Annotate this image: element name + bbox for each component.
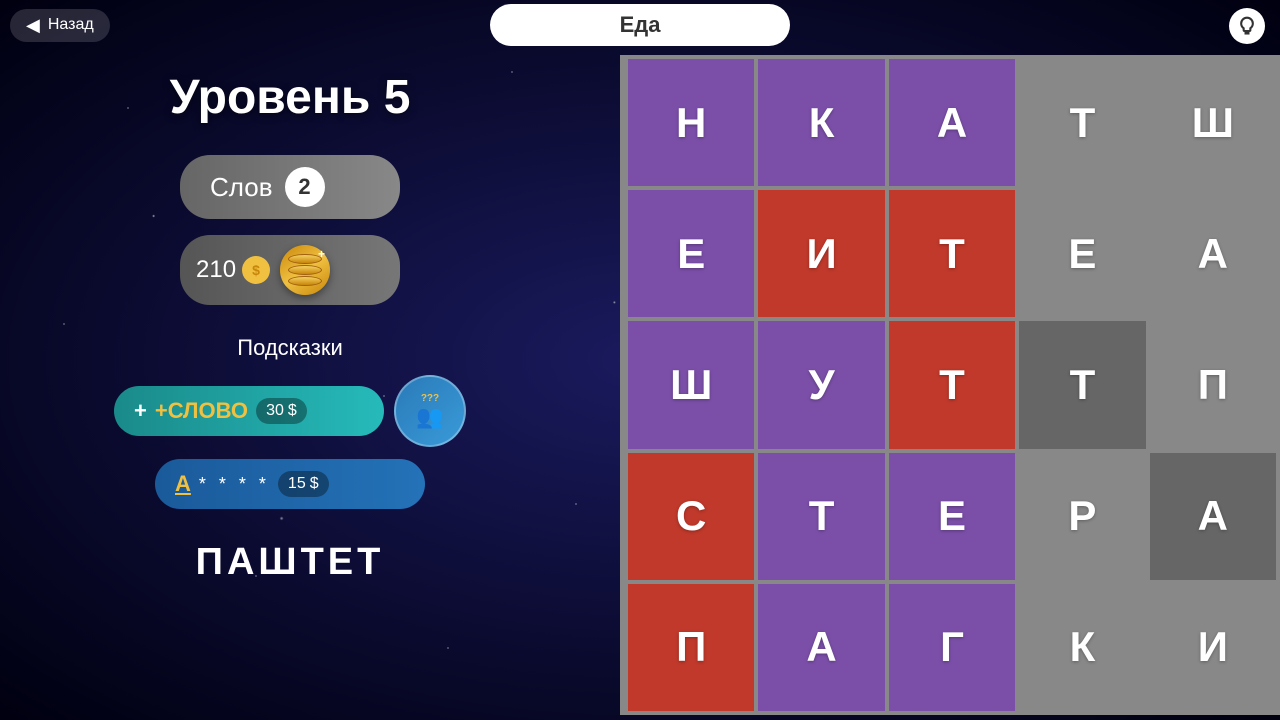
- hint-word-cost: 30 $: [256, 398, 307, 424]
- words-badge: Слов 2: [180, 155, 400, 219]
- hint-letter-cost: 15 $: [278, 471, 329, 497]
- grid-cell-19[interactable]: А: [1150, 453, 1276, 580]
- grid-cell-20[interactable]: П: [628, 584, 754, 711]
- words-label: Слов: [210, 172, 273, 203]
- hint-word-cost-value: 30: [266, 402, 284, 420]
- top-bar: ◀ Назад Еда: [0, 0, 1280, 50]
- hint-word-label: +СЛОВО: [155, 398, 248, 424]
- grid-cell-1[interactable]: К: [758, 59, 884, 186]
- grid-cell-0[interactable]: Н: [628, 59, 754, 186]
- game-grid: НКАТШЕИТЕАШУТТПСТЕРАПАГКИ: [620, 55, 1280, 715]
- hint-letter-button[interactable]: А * * * * 15 $: [155, 459, 425, 509]
- hint-letter-cost-symbol: $: [310, 475, 319, 493]
- grid-cell-18[interactable]: Р: [1019, 453, 1145, 580]
- topic-badge: Еда: [490, 4, 790, 46]
- grid-cell-12[interactable]: Т: [889, 321, 1015, 448]
- grid-cell-10[interactable]: Ш: [628, 321, 754, 448]
- grid-cell-15[interactable]: С: [628, 453, 754, 580]
- add-coins-button[interactable]: [280, 245, 330, 295]
- grid-cell-9[interactable]: А: [1150, 190, 1276, 317]
- current-word: ПАШТЕТ: [196, 541, 385, 584]
- level-title: Уровень 5: [170, 70, 411, 125]
- back-label: Назад: [48, 16, 94, 34]
- grid-cell-4[interactable]: Ш: [1150, 59, 1276, 186]
- grid-cell-11[interactable]: У: [758, 321, 884, 448]
- grid-cell-5[interactable]: Е: [628, 190, 754, 317]
- grid-cell-24[interactable]: И: [1150, 584, 1276, 711]
- grid-cell-7[interactable]: Т: [889, 190, 1015, 317]
- coins-badge: 210 $: [180, 235, 400, 305]
- back-arrow-icon: ◀: [26, 15, 40, 36]
- hint-letter-cost-value: 15: [288, 475, 306, 493]
- hint-icon-top[interactable]: [1229, 8, 1265, 44]
- grid-cell-2[interactable]: А: [889, 59, 1015, 186]
- grid-cell-14[interactable]: П: [1150, 321, 1276, 448]
- hints-section: Подсказки + +СЛОВО 30 $ ??? 👥 А * * * * …: [0, 335, 580, 584]
- hint-letter-stars: * * * *: [199, 474, 270, 495]
- hint-letter-a: А: [175, 471, 191, 497]
- grid-cell-3[interactable]: Т: [1019, 59, 1145, 186]
- hint-word-cost-symbol: $: [288, 402, 297, 420]
- social-hint-button[interactable]: ??? 👥: [394, 375, 466, 447]
- coin-stack-icon: [288, 254, 322, 286]
- hint-word-plus: +: [134, 398, 147, 424]
- grid-cell-6[interactable]: И: [758, 190, 884, 317]
- grid-cell-23[interactable]: К: [1019, 584, 1145, 711]
- grid-cell-13[interactable]: Т: [1019, 321, 1145, 448]
- grid-cell-17[interactable]: Е: [889, 453, 1015, 580]
- topic-text: Еда: [620, 12, 661, 37]
- grid-cell-21[interactable]: А: [758, 584, 884, 711]
- words-count: 2: [285, 167, 325, 207]
- grid-cell-8[interactable]: Е: [1019, 190, 1145, 317]
- people-icon: 👥: [416, 404, 443, 430]
- grid-cell-16[interactable]: Т: [758, 453, 884, 580]
- social-hint-questions: ???: [421, 393, 439, 404]
- coins-value: 210: [196, 256, 236, 284]
- hints-row-1: + +СЛОВО 30 $ ??? 👥: [114, 375, 466, 447]
- back-button[interactable]: ◀ Назад: [10, 9, 110, 42]
- coins-amount: 210 $: [196, 256, 270, 284]
- left-panel: Уровень 5 Слов 2 210 $ Подсказки + +СЛОВ…: [0, 50, 580, 720]
- grid-cell-22[interactable]: Г: [889, 584, 1015, 711]
- coin-icon: $: [242, 256, 270, 284]
- hint-word-button[interactable]: + +СЛОВО 30 $: [114, 386, 384, 436]
- hints-label: Подсказки: [237, 335, 343, 361]
- hints-row-2: А * * * * 15 $: [155, 459, 425, 509]
